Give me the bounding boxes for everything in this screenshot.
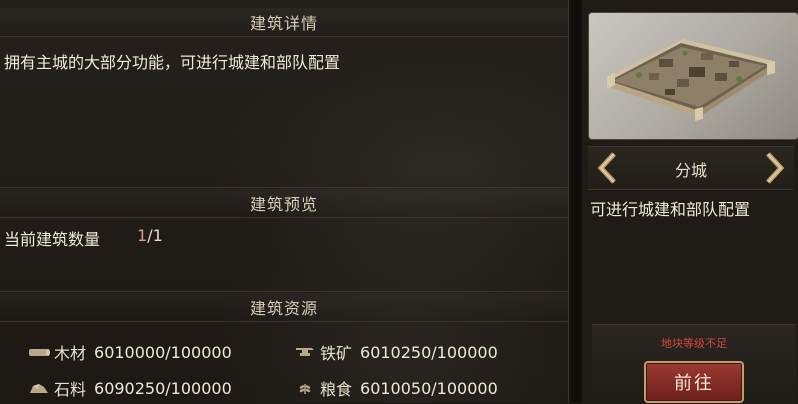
resource-grain: 粮食 6010050/100000 <box>294 376 498 400</box>
resource-name: 粮食 <box>320 380 353 399</box>
building-count-total: /1 <box>147 226 163 245</box>
resource-wood: 木材 6010000/100000 <box>28 340 232 364</box>
resource-stone: 石料 6090250/100000 <box>28 376 232 400</box>
city-thumbnail <box>588 12 798 140</box>
building-selector-panel: 分城 可进行城建和部队配置 地块等级不足 前往 <box>582 0 798 404</box>
resource-name: 铁矿 <box>320 344 353 363</box>
wood-icon <box>29 349 50 356</box>
building-count-value: 1/1 <box>137 226 163 245</box>
resource-value: 6090250/100000 <box>94 378 232 398</box>
section-divider <box>0 291 568 292</box>
section-divider <box>0 187 568 188</box>
building-info-panel: 建筑详情 拥有主城的大部分功能，可进行城建和部队配置 建筑预览 当前建筑数量 1… <box>0 0 568 403</box>
building-count-label: 当前建筑数量 <box>4 230 101 249</box>
chevron-right-icon[interactable] <box>762 151 786 185</box>
details-header: 建筑详情 <box>0 8 568 37</box>
stone-icon <box>30 384 48 393</box>
preview-header: 建筑预览 <box>0 189 568 218</box>
building-count-current: 1 <box>137 226 148 245</box>
resource-name: 石料 <box>54 380 87 399</box>
action-box: 地块等级不足 前往 <box>592 324 796 404</box>
resource-value: 6010050/100000 <box>360 378 498 398</box>
warning-text: 地块等级不足 <box>661 337 727 350</box>
building-description: 可进行城建和部队配置 <box>590 200 751 219</box>
anvil-icon <box>296 348 314 356</box>
resource-name: 木材 <box>54 344 87 363</box>
building-switcher: 分城 <box>588 146 794 190</box>
resource-value: 6010000/100000 <box>94 342 232 362</box>
resources-header: 建筑资源 <box>0 293 568 322</box>
resource-value: 6010250/100000 <box>360 342 498 362</box>
resource-iron: 铁矿 6010250/100000 <box>294 340 498 364</box>
grain-icon <box>299 384 311 394</box>
details-description: 拥有主城的大部分功能，可进行城建和部队配置 <box>4 53 341 72</box>
go-button[interactable]: 前往 <box>644 361 744 403</box>
walled-city-image <box>607 39 775 121</box>
